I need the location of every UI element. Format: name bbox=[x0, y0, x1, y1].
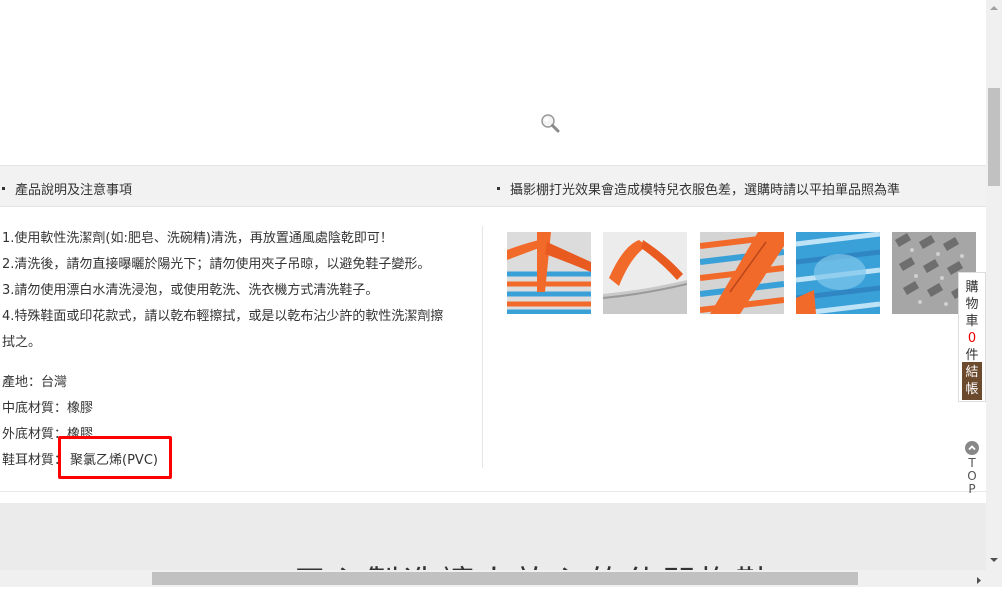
thumb-made-in-taiwan[interactable] bbox=[700, 232, 784, 314]
care-line-4: 4.特殊鞋面或印花款式，請以乾布輕擦拭，或是以乾布沾少許的軟性洗潔劑擦 bbox=[2, 309, 444, 324]
cart-label[interactable]: 購 物 車 0 件 bbox=[959, 273, 985, 364]
care-line-2: 2.清洗後，請勿直接曝曬於陽光下；請勿使用夾子吊晾，以避免鞋子變形。 bbox=[2, 257, 431, 272]
product-image-area bbox=[0, 0, 986, 165]
checkout-char-2: 帳 bbox=[965, 382, 979, 397]
product-info-header-bar: 產品說明及注意事項 攝影棚打光效果會造成模特兒衣服色差，選購時請以平拍單品照為準 bbox=[0, 165, 986, 207]
scroll-up-arrow-icon[interactable] bbox=[986, 0, 1002, 16]
magnifier-icon[interactable] bbox=[540, 113, 560, 133]
floating-cart[interactable]: 購 物 車 0 件 結 帳 bbox=[958, 272, 986, 402]
care-instructions: 1.使用軟性洗潔劑(如:肥皂、洗碗精)清洗，再放置通風處陰乾即可！ 2.清洗後，… bbox=[2, 226, 478, 356]
back-to-top-button[interactable]: T O P bbox=[962, 441, 982, 501]
thumb-sole-logo[interactable] bbox=[796, 232, 880, 314]
column-divider bbox=[482, 226, 483, 468]
color-disclaimer-header: 攝影棚打光效果會造成模特兒衣服色差，選購時請以平拍單品照為準 bbox=[497, 179, 900, 198]
thumb-strap-closeup[interactable] bbox=[507, 232, 591, 314]
care-notes-header: 產品說明及注意事項 bbox=[2, 179, 132, 198]
top-char-3: P bbox=[968, 482, 976, 496]
section-divider bbox=[0, 491, 986, 492]
vertical-scrollbar[interactable] bbox=[986, 0, 1002, 570]
care-line-1: 1.使用軟性洗潔劑(如:肥皂、洗碗精)清洗，再放置通風處陰乾即可！ bbox=[2, 231, 393, 246]
horizontal-scroll-thumb[interactable] bbox=[152, 572, 858, 585]
care-line-5: 拭之。 bbox=[2, 335, 42, 350]
care-line-3: 3.請勿使用漂白水清洗浸泡，或使用乾洗、洗衣機方式清洗鞋子。 bbox=[2, 283, 379, 298]
spec-midsole: 中底材質：橡膠 bbox=[2, 401, 94, 416]
thumb-strap-side[interactable] bbox=[603, 232, 687, 314]
vertical-scroll-thumb[interactable] bbox=[988, 88, 1000, 186]
horizontal-scrollbar[interactable] bbox=[0, 570, 1002, 587]
cart-count: 0 bbox=[967, 331, 977, 346]
scroll-down-arrow-icon[interactable] bbox=[986, 552, 1002, 568]
cart-char-2: 物 bbox=[965, 297, 979, 312]
cart-char-3: 車 bbox=[965, 314, 979, 329]
scroll-right-arrow-icon[interactable] bbox=[972, 572, 986, 585]
spec-origin: 產地：台灣 bbox=[2, 375, 68, 390]
checkout-button[interactable]: 結 帳 bbox=[962, 362, 982, 400]
checkout-char-1: 結 bbox=[965, 365, 979, 380]
chevron-up-icon bbox=[965, 441, 979, 455]
highlight-box bbox=[58, 436, 172, 479]
cart-char-1: 購 bbox=[965, 280, 979, 295]
